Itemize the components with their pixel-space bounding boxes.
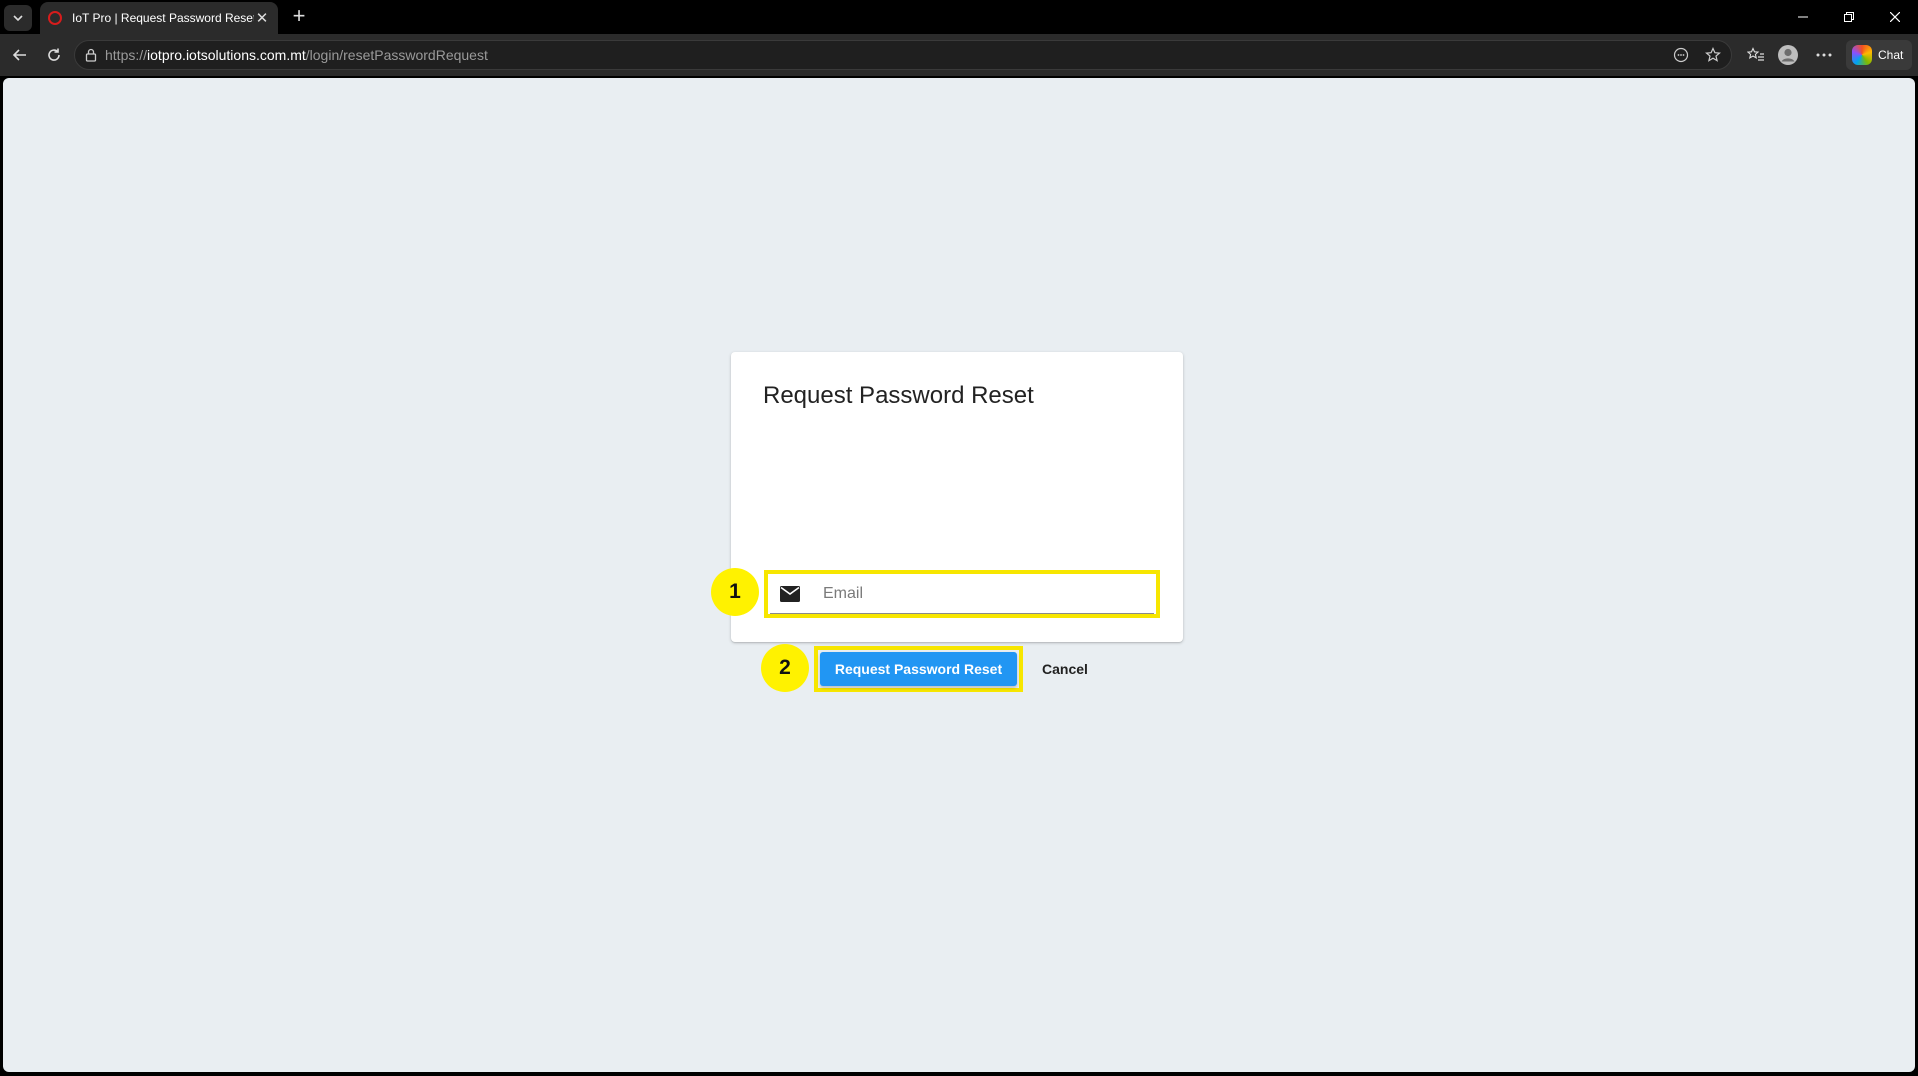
email-input[interactable] (823, 584, 1123, 603)
step-marker-1: 1 (711, 568, 759, 616)
tab-actions-menu-button[interactable] (4, 5, 32, 31)
mail-icon (779, 584, 803, 604)
tab-close-icon[interactable]: ✕ (254, 9, 270, 27)
favorites-list-icon (1747, 47, 1764, 61)
address-bar-actions (1669, 44, 1725, 66)
favorites-button[interactable] (1742, 42, 1770, 68)
cancel-button[interactable]: Cancel (1034, 652, 1096, 686)
reading-mode-icon[interactable] (1669, 44, 1693, 66)
site-favicon-icon (48, 11, 62, 25)
browser-tab-active[interactable]: IoT Pro | Request Password Reset ✕ (40, 2, 278, 34)
step-marker-2: 2 (761, 644, 809, 692)
email-field[interactable] (770, 574, 1154, 614)
url-path: /login/resetPasswordRequest (305, 47, 488, 63)
new-tab-button[interactable]: + (286, 4, 312, 30)
chevron-down-icon (13, 15, 23, 22)
more-dots-icon (1816, 53, 1832, 57)
lock-icon[interactable] (85, 48, 97, 62)
tab-title: IoT Pro | Request Password Reset (72, 11, 254, 25)
back-button[interactable] (6, 42, 34, 68)
reload-icon (48, 48, 60, 61)
profile-button[interactable] (1774, 42, 1802, 68)
back-arrow-icon (12, 49, 26, 61)
browser-toolbar: https://iotpro.iotsolutions.com.mt/login… (0, 34, 1918, 76)
page-title: Request Password Reset (763, 382, 1034, 409)
window-controls (1780, 0, 1918, 34)
close-window-button[interactable] (1872, 0, 1918, 34)
restore-button[interactable] (1826, 0, 1872, 34)
request-password-reset-button[interactable]: Request Password Reset (820, 652, 1017, 686)
url-text: https://iotpro.iotsolutions.com.mt/login… (105, 47, 488, 63)
copilot-icon (1852, 45, 1872, 65)
url-domain: iotpro.iotsolutions.com.mt (147, 47, 306, 63)
close-icon (1890, 12, 1900, 22)
copilot-chat-button[interactable]: Chat (1846, 40, 1912, 70)
minimize-icon (1798, 16, 1808, 18)
chat-label: Chat (1878, 48, 1904, 62)
favorite-star-icon[interactable] (1701, 44, 1725, 66)
settings-more-button[interactable] (1810, 42, 1838, 68)
minimize-button[interactable] (1780, 0, 1826, 34)
url-scheme: https:// (105, 47, 148, 63)
avatar-icon (1778, 45, 1798, 65)
address-bar[interactable]: https://iotpro.iotsolutions.com.mt/login… (74, 40, 1732, 70)
restore-icon (1844, 12, 1854, 22)
tab-strip: IoT Pro | Request Password Reset ✕ + (0, 0, 1918, 34)
reload-button[interactable] (40, 42, 68, 68)
